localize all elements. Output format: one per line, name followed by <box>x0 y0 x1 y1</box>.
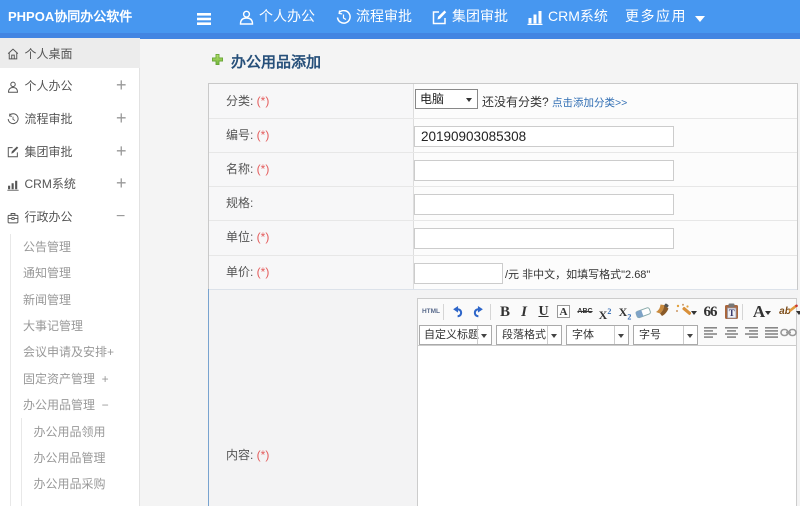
svg-text:T: T <box>729 308 735 318</box>
